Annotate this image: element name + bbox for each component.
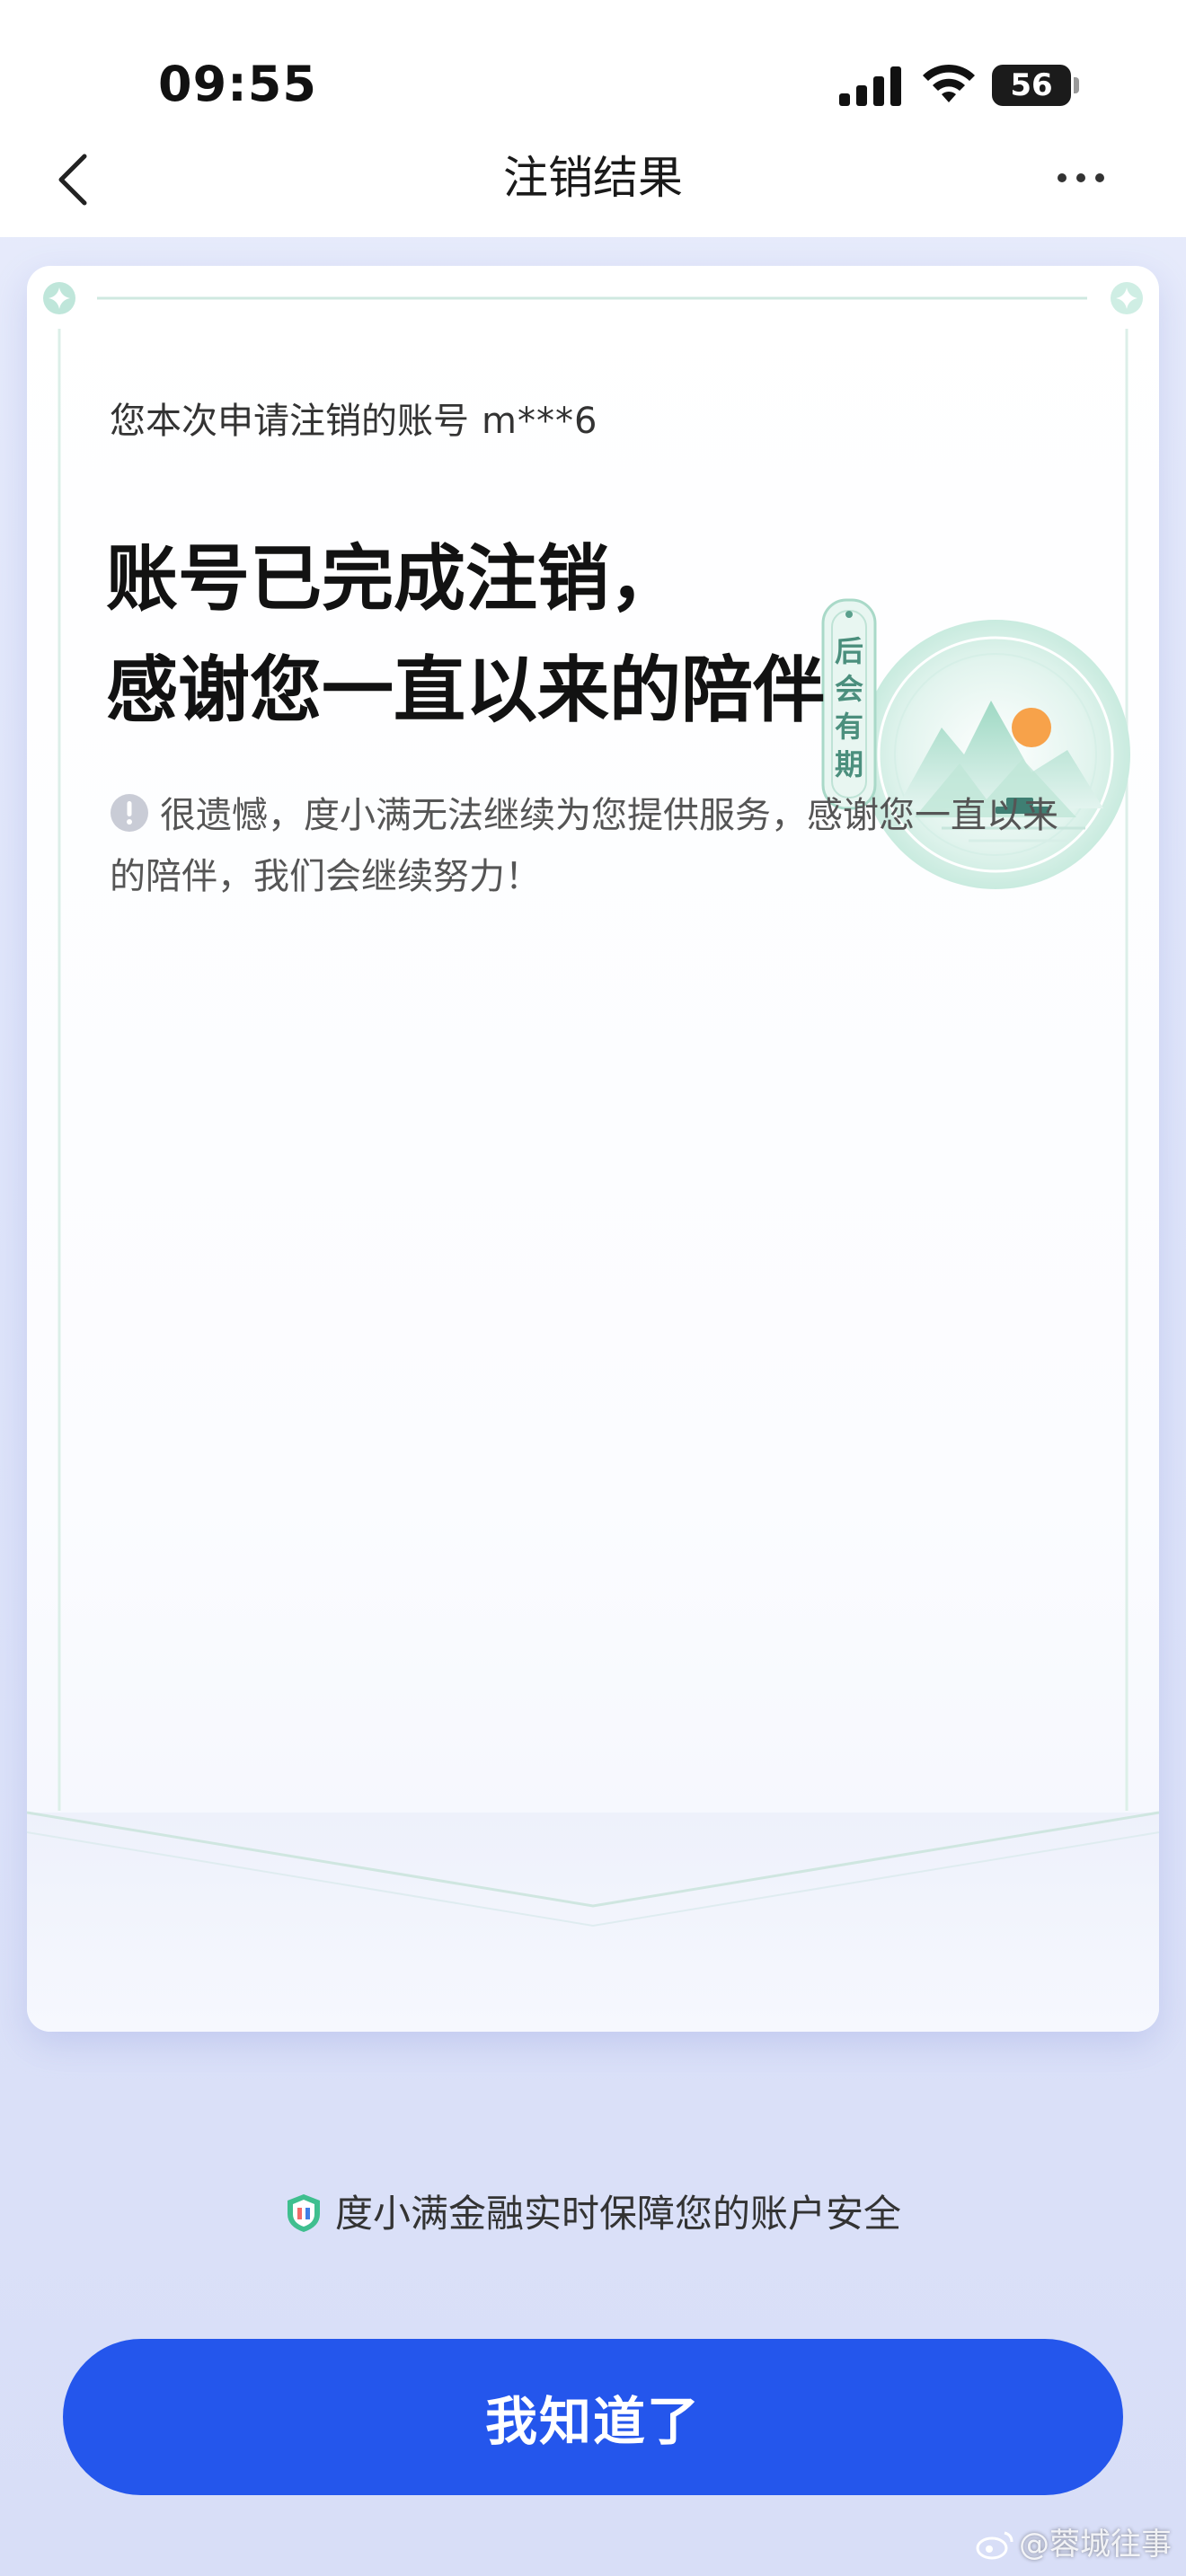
headline-line-1: 账号已完成注销， <box>106 536 681 621</box>
page-title: 注销结果 <box>503 152 683 204</box>
account-info: 您本次申请注销的账号 m***6 <box>110 395 597 447</box>
notice-text: 很遗憾，度小满无法继续为您提供服务，感谢您一直以来的陪伴，我们会继续努力！ <box>110 795 1058 897</box>
weibo-icon <box>976 2531 1013 2560</box>
wifi-icon <box>923 64 975 102</box>
more-dots-icon[interactable] <box>1057 167 1105 189</box>
security-assurance: 度小满金融实时保障您的账户安全 <box>0 2184 1186 2244</box>
notice-message: 很遗憾，度小满无法继续为您提供服务，感谢您一直以来的陪伴，我们会继续努力！ <box>110 785 1089 907</box>
sparkle-ornament-left <box>43 282 75 314</box>
status-time: 09:55 <box>158 56 317 112</box>
watermark: @蓉城往事 <box>976 2522 1172 2567</box>
headline-line-2: 感谢您一直以来的陪伴 <box>106 648 825 732</box>
account-value: m***6 <box>482 401 598 442</box>
battery-level: 56 <box>1010 67 1053 103</box>
cellular-signal-icon <box>839 66 901 106</box>
watermark-text: @蓉城往事 <box>1019 2527 1172 2563</box>
card-decorative-frame <box>27 282 1159 2032</box>
svg-text:期: 期 <box>835 747 863 781</box>
battery-nub <box>1074 77 1079 93</box>
shield-icon <box>287 2194 320 2232</box>
exclamation-icon <box>111 794 148 832</box>
battery-icon: 56 <box>992 65 1071 106</box>
sparkle-ornament-right <box>1111 282 1143 314</box>
result-card: 后 会 有 期 <box>27 266 1159 2032</box>
security-text: 度小满金融实时保障您的账户安全 <box>334 2192 901 2236</box>
i-know-button[interactable]: 我知道了 <box>63 2339 1123 2495</box>
account-label: 您本次申请注销的账号 <box>110 401 469 442</box>
